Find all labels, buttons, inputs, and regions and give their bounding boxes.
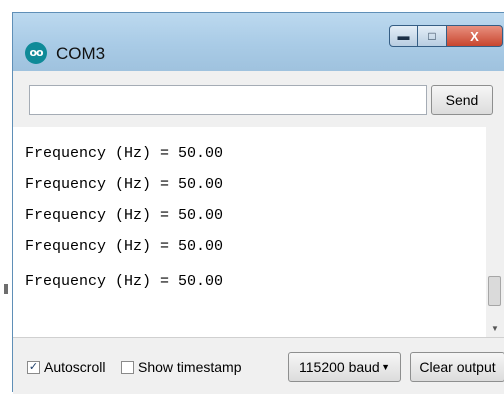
output-line: Frequency (Hz) = 50.00: [25, 273, 224, 290]
serial-output: Frequency (Hz) = 50.00 Frequency (Hz) = …: [13, 127, 504, 337]
vertical-scrollbar[interactable]: ▼: [486, 127, 504, 337]
output-line: Frequency (Hz) = 50.00: [25, 176, 224, 193]
top-strip: [0, 0, 504, 12]
input-bar: Send: [13, 71, 504, 127]
output-line: Frequency (Hz) = 50.00: [25, 238, 224, 255]
window-controls: ▬ □ X: [389, 25, 503, 47]
timestamp-checkbox[interactable]: [121, 360, 134, 374]
output-line: Frequency (Hz) = 50.00: [25, 145, 224, 162]
left-strip: [0, 12, 12, 392]
autoscroll-checkbox[interactable]: ✓: [27, 360, 40, 374]
maximize-icon: □: [428, 29, 436, 43]
maximize-button[interactable]: □: [418, 25, 447, 47]
arduino-infinity-icon: oo: [25, 42, 47, 64]
send-button[interactable]: Send: [431, 85, 493, 115]
clipped-line: [77, 129, 177, 133]
serial-monitor-window: oo COM3 ▬ □ X Send Frequency (Hz) = 50.0…: [12, 12, 504, 394]
chevron-down-icon: ▼: [381, 362, 390, 372]
timestamp-label: Show timestamp: [138, 359, 242, 375]
scroll-thumb[interactable]: [488, 276, 501, 306]
baud-rate-select[interactable]: 115200 baud ▼: [288, 352, 401, 382]
timestamp-option[interactable]: Show timestamp: [121, 358, 241, 376]
close-icon: X: [470, 28, 479, 44]
bottom-bar: ✓ Autoscroll Show timestamp 115200 baud …: [13, 337, 504, 394]
clear-output-button[interactable]: Clear output: [410, 352, 504, 382]
edge-mark: [4, 284, 8, 294]
scroll-down-icon[interactable]: ▼: [491, 324, 499, 333]
output-line: Frequency (Hz) = 50.00: [25, 207, 224, 224]
autoscroll-option[interactable]: ✓ Autoscroll: [27, 358, 105, 376]
minimize-button[interactable]: ▬: [389, 25, 418, 47]
window-title: COM3: [56, 44, 106, 63]
autoscroll-label: Autoscroll: [44, 359, 106, 375]
serial-input[interactable]: [29, 85, 427, 115]
close-button[interactable]: X: [447, 25, 503, 47]
baud-rate-value: 115200 baud: [299, 359, 380, 375]
minimize-icon: ▬: [397, 29, 410, 43]
title-bar[interactable]: oo COM3 ▬ □ X: [13, 13, 504, 71]
